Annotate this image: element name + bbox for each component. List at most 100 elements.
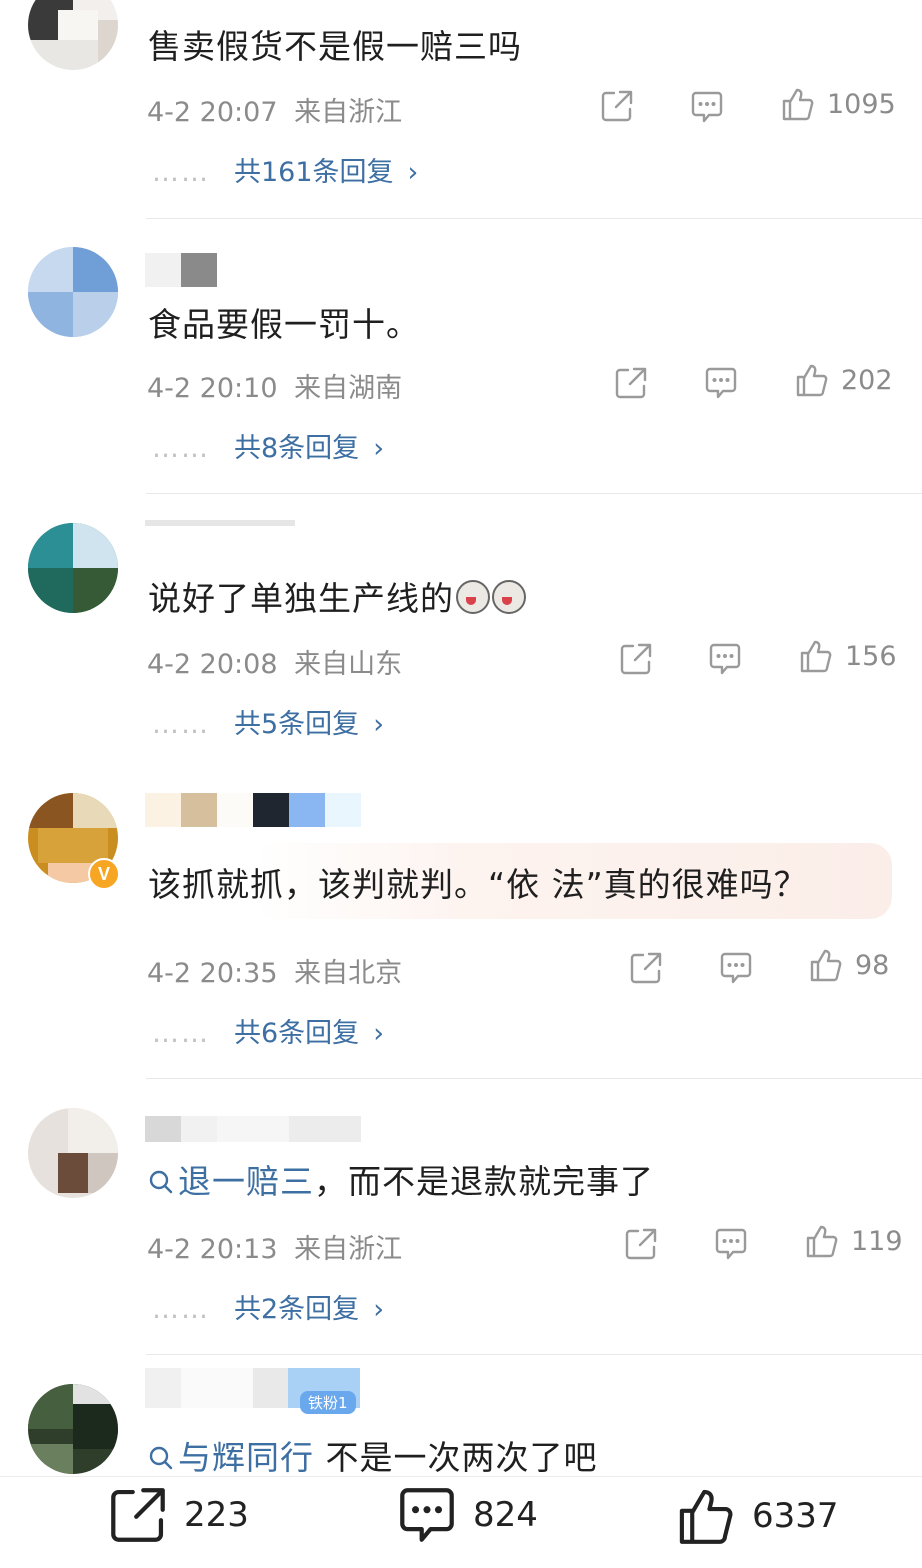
reply-count: 共5条回复 xyxy=(234,709,360,740)
like-action[interactable]: 6337 xyxy=(676,1485,839,1547)
divider xyxy=(146,1354,922,1355)
comment-icon xyxy=(691,91,723,123)
comment-location: 来自浙江 xyxy=(294,1234,403,1265)
avatar[interactable] xyxy=(28,1384,118,1474)
comment-location: 来自北京 xyxy=(294,958,403,989)
comment-icon xyxy=(720,952,752,984)
share-icon xyxy=(625,1228,657,1260)
reply-count: 共2条回复 xyxy=(234,1294,360,1325)
like-count: 156 xyxy=(845,640,897,672)
search-icon xyxy=(149,1446,173,1470)
username-blurred[interactable] xyxy=(145,1368,289,1408)
username-blurred[interactable] xyxy=(145,1116,361,1142)
search-link[interactable]: 退一赔三 xyxy=(148,1162,314,1201)
username-blurred[interactable] xyxy=(145,793,361,827)
emoji-icon xyxy=(456,580,490,614)
comment-location: 来自浙江 xyxy=(294,97,403,128)
view-replies-link[interactable]: …… 共2条回复 › xyxy=(152,1287,384,1326)
avatar[interactable] xyxy=(28,247,118,337)
reply-button[interactable] xyxy=(719,951,753,985)
chevron-right-icon: › xyxy=(373,433,384,464)
like-count: 6337 xyxy=(752,1496,839,1536)
avatar[interactable] xyxy=(28,1108,118,1198)
comment-meta: 4-2 20:35 来自北京 xyxy=(147,951,402,990)
comment-location: 来自山东 xyxy=(294,649,403,680)
like-count: 98 xyxy=(855,949,890,981)
reply-count: 共161条回复 xyxy=(234,157,394,188)
reply-button[interactable] xyxy=(704,366,738,400)
verified-v-icon: V xyxy=(88,858,120,890)
like-icon xyxy=(810,949,842,982)
share-icon xyxy=(630,952,662,984)
username-blurred[interactable] xyxy=(145,520,295,528)
comment-time: 4-2 20:10 xyxy=(147,373,278,404)
comment-time: 4-2 20:07 xyxy=(147,97,278,128)
comment-time: 4-2 20:35 xyxy=(147,958,278,989)
share-count: 223 xyxy=(184,1495,249,1535)
like-button[interactable]: 98 xyxy=(809,947,889,983)
reply-button[interactable] xyxy=(690,90,724,124)
like-count: 202 xyxy=(841,364,893,396)
share-button[interactable] xyxy=(619,642,653,676)
like-button[interactable]: 202 xyxy=(795,362,893,398)
share-button[interactable] xyxy=(629,951,663,985)
view-replies-link[interactable]: …… 共5条回复 › xyxy=(152,702,384,741)
like-icon xyxy=(796,364,828,397)
search-link[interactable]: 与辉同行 xyxy=(148,1438,314,1477)
comment-icon xyxy=(715,1228,747,1260)
reply-button[interactable] xyxy=(714,1227,748,1261)
share-button[interactable] xyxy=(600,89,634,123)
share-button[interactable] xyxy=(614,366,648,400)
chevron-right-icon: › xyxy=(407,157,419,188)
comment-text: 该抓就抓，该判就判。“依 法”真的很难吗？ xyxy=(148,865,808,904)
comment-meta: 4-2 20:13 来自浙江 xyxy=(147,1227,402,1266)
comment-time: 4-2 20:08 xyxy=(147,649,278,680)
comment-text: 食品要假一罚十。 xyxy=(148,305,420,344)
reply-count: 共8条回复 xyxy=(234,433,360,464)
like-icon xyxy=(679,1489,733,1544)
reply-button[interactable] xyxy=(708,642,742,676)
chevron-right-icon: › xyxy=(373,1294,384,1325)
emoji-icon xyxy=(492,580,526,614)
username-blurred[interactable] xyxy=(145,253,217,287)
like-icon xyxy=(800,640,832,673)
like-icon xyxy=(782,88,814,121)
share-icon xyxy=(111,1488,165,1542)
chevron-right-icon: › xyxy=(373,709,384,740)
avatar[interactable] xyxy=(28,523,118,613)
view-replies-link[interactable]: …… 共6条回复 › xyxy=(152,1011,384,1050)
comment-time: 4-2 20:13 xyxy=(147,1234,278,1265)
share-button[interactable] xyxy=(624,1227,658,1261)
avatar[interactable] xyxy=(28,0,118,70)
comment-icon xyxy=(400,1488,454,1542)
comment-meta: 4-2 20:07 来自浙江 xyxy=(147,90,402,129)
comment-meta: 4-2 20:08 来自山东 xyxy=(147,642,402,681)
like-icon xyxy=(806,1225,838,1258)
share-icon xyxy=(601,90,633,122)
comment-text: 说好了单独生产线的 xyxy=(148,572,526,620)
divider xyxy=(146,218,922,219)
comment-count: 824 xyxy=(473,1495,538,1535)
like-button[interactable]: 1095 xyxy=(781,86,896,122)
comment-location: 来自湖南 xyxy=(294,373,403,404)
divider xyxy=(146,1078,922,1079)
comment-meta: 4-2 20:10 来自湖南 xyxy=(147,366,402,405)
like-count: 1095 xyxy=(827,88,896,120)
share-action[interactable]: 223 xyxy=(108,1485,249,1545)
bottom-action-bar: 223 824 6337 xyxy=(0,1476,922,1568)
fan-badge-label: 铁粉1 xyxy=(300,1391,356,1414)
chevron-right-icon: › xyxy=(373,1018,384,1049)
view-replies-link[interactable]: …… 共8条回复 › xyxy=(152,426,384,465)
view-replies-link[interactable]: …… 共161条回复 › xyxy=(152,150,418,189)
like-button[interactable]: 119 xyxy=(805,1223,903,1259)
divider xyxy=(146,493,922,494)
reply-count: 共6条回复 xyxy=(234,1018,360,1049)
like-button[interactable]: 156 xyxy=(799,638,897,674)
like-count: 119 xyxy=(851,1225,903,1257)
comment-action[interactable]: 824 xyxy=(397,1485,538,1545)
comment-text: 与辉同行 不是一次两次了吧 xyxy=(148,1431,598,1479)
comment-text: 售卖假货不是假一赔三吗 xyxy=(148,27,522,66)
search-icon xyxy=(149,1170,173,1194)
share-icon xyxy=(615,367,647,399)
comment-icon xyxy=(705,367,737,399)
